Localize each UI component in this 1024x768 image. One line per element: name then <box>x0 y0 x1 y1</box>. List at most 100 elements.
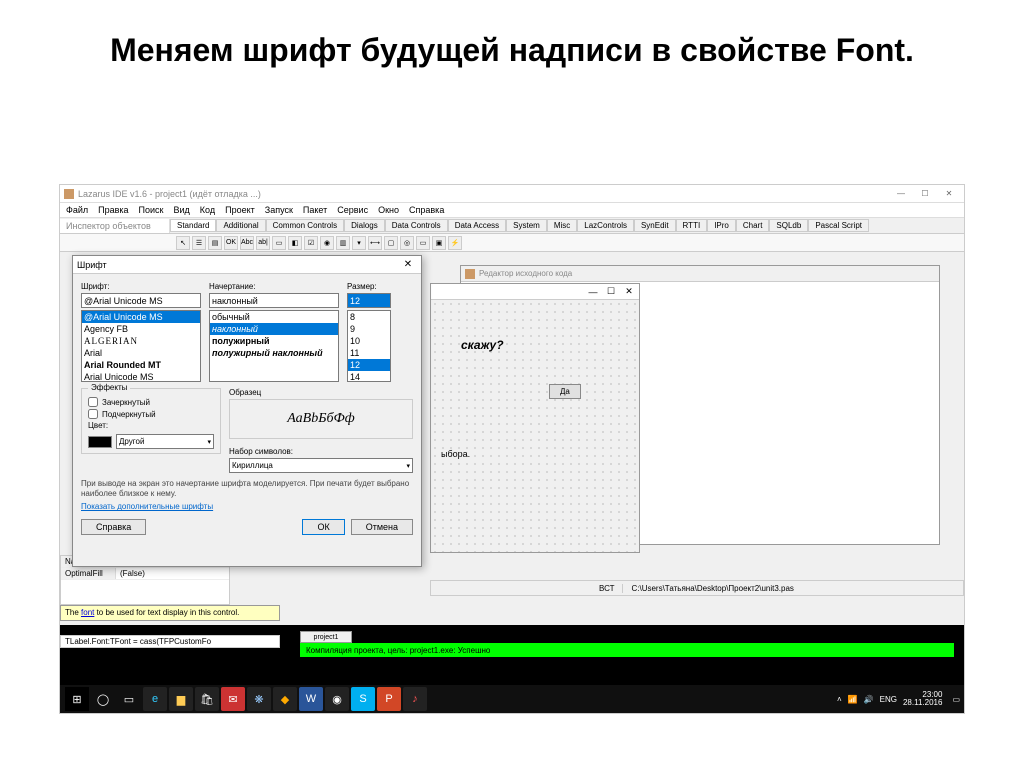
tray-volume-icon[interactable]: 🔊 <box>864 695 874 704</box>
menu-file[interactable]: Файл <box>66 205 88 215</box>
charset-select[interactable]: Кириллица▾ <box>229 458 413 473</box>
toggle-component-icon[interactable]: ◧ <box>288 236 302 250</box>
form-close[interactable]: ✕ <box>621 286 637 297</box>
menu-view[interactable]: Вид <box>174 205 190 215</box>
tab-pascalscript[interactable]: Pascal Script <box>808 219 869 232</box>
tab-data-controls[interactable]: Data Controls <box>385 219 448 232</box>
form-minimize[interactable]: — <box>585 287 601 297</box>
tab-system[interactable]: System <box>506 219 547 232</box>
font-list-item[interactable]: Arial Unicode MS <box>82 371 200 382</box>
app2-icon[interactable]: ♪ <box>403 687 427 711</box>
app-icon[interactable]: ❋ <box>247 687 271 711</box>
group-component-icon[interactable]: ▢ <box>384 236 398 250</box>
radiogroup-component-icon[interactable]: ◎ <box>400 236 414 250</box>
powerpoint-icon[interactable]: P <box>377 687 401 711</box>
size-list-item[interactable]: 8 <box>348 311 390 323</box>
memo-component-icon[interactable]: ▭ <box>272 236 286 250</box>
edit-component-icon[interactable]: ab| <box>256 236 270 250</box>
size-list-item[interactable]: 11 <box>348 347 390 359</box>
tab-standard[interactable]: Standard <box>170 219 216 232</box>
tab-chart[interactable]: Chart <box>736 219 770 232</box>
panel-component-icon[interactable]: ▭ <box>416 236 430 250</box>
style-list-item[interactable]: наклонный <box>210 323 338 335</box>
menu-window[interactable]: Окно <box>378 205 399 215</box>
tray-notifications-icon[interactable]: ▭ <box>952 695 960 704</box>
tab-common-controls[interactable]: Common Controls <box>266 219 344 232</box>
form-da-button[interactable]: Да <box>549 384 581 399</box>
menu-project[interactable]: Проект <box>225 205 255 215</box>
popup-component-icon[interactable]: ▤ <box>208 236 222 250</box>
color-select[interactable]: Другой▾ <box>116 434 214 449</box>
lazarus-taskbar-icon[interactable]: ◆ <box>273 687 297 711</box>
arrow-icon[interactable]: ↖ <box>176 236 190 250</box>
form-question-label[interactable]: скажу? <box>461 338 504 352</box>
tab-sqldb[interactable]: SQLdb <box>769 219 808 232</box>
cancel-button[interactable]: Отмена <box>351 519 413 535</box>
store-icon[interactable]: 🛍 <box>195 687 219 711</box>
menu-component-icon[interactable]: ☰ <box>192 236 206 250</box>
tab-additional[interactable]: Additional <box>216 219 265 232</box>
form-maximize[interactable]: ☐ <box>603 286 619 297</box>
prop-row[interactable]: OptimalFill (False) <box>61 568 229 580</box>
font-list[interactable]: @Arial Unicode MS Agency FB ALGERIAN Ari… <box>81 310 201 382</box>
font-dialog-titlebar[interactable]: Шрифт ✕ <box>73 256 421 274</box>
menu-service[interactable]: Сервис <box>337 205 368 215</box>
code-editor-titlebar[interactable]: Редактор исходного кода <box>461 266 939 282</box>
style-list[interactable]: обычный наклонный полужирный полужирный … <box>209 310 339 382</box>
edge-icon[interactable]: e <box>143 687 167 711</box>
prop-value[interactable]: (False) <box>116 568 229 579</box>
strikeout-checkbox[interactable]: Зачеркнутый <box>88 397 214 407</box>
font-style-input[interactable] <box>209 293 339 308</box>
size-list[interactable]: 8 9 10 11 12 14 16 <box>347 310 391 382</box>
word-icon[interactable]: W <box>299 687 323 711</box>
tray-wifi-icon[interactable]: 📶 <box>848 695 858 704</box>
help-button[interactable]: Справка <box>81 519 146 535</box>
action-component-icon[interactable]: ⚡ <box>448 236 462 250</box>
size-list-item[interactable]: 9 <box>348 323 390 335</box>
hint-link[interactable]: font <box>81 608 94 617</box>
menu-run[interactable]: Запуск <box>265 205 293 215</box>
label-component-icon[interactable]: Abc <box>240 236 254 250</box>
radio-component-icon[interactable]: ◉ <box>320 236 334 250</box>
taskbar-clock[interactable]: 23:00 28.11.2016 <box>903 691 946 707</box>
font-size-input[interactable] <box>347 293 391 308</box>
tab-data-access[interactable]: Data Access <box>448 219 506 232</box>
font-dialog-close[interactable]: ✕ <box>399 259 417 270</box>
font-list-item[interactable]: Arial Rounded MT <box>82 359 200 371</box>
scrollbar-component-icon[interactable]: ⟷ <box>368 236 382 250</box>
size-list-item[interactable]: 12 <box>348 359 390 371</box>
ok-button[interactable]: ОК <box>302 519 344 535</box>
start-button[interactable]: ⊞ <box>65 687 89 711</box>
menu-edit[interactable]: Правка <box>98 205 128 215</box>
search-icon[interactable]: ◯ <box>91 687 115 711</box>
outlook-icon[interactable]: ✉ <box>221 687 245 711</box>
font-list-item[interactable]: Agency FB <box>82 323 200 335</box>
tab-ipro[interactable]: IPro <box>707 219 736 232</box>
tray-up-icon[interactable]: ˄ <box>837 695 842 704</box>
compile-tab[interactable]: project1 <box>300 631 352 643</box>
font-list-item[interactable]: Arial <box>82 347 200 359</box>
more-fonts-link[interactable]: Показать дополнительные шрифты <box>81 502 413 511</box>
size-list-item[interactable]: 14 <box>348 371 390 382</box>
tab-rtti[interactable]: RTTI <box>676 219 708 232</box>
tray-lang[interactable]: ENG <box>880 695 897 704</box>
menu-search[interactable]: Поиск <box>139 205 164 215</box>
maximize-button[interactable]: ☐ <box>914 187 936 201</box>
form-choice-label[interactable]: ыбора. <box>441 449 470 459</box>
font-name-input[interactable] <box>81 293 201 308</box>
frame-component-icon[interactable]: ▣ <box>432 236 446 250</box>
style-list-item[interactable]: обычный <box>210 311 338 323</box>
form-titlebar[interactable]: — ☐ ✕ <box>431 284 639 300</box>
tab-misc[interactable]: Misc <box>547 219 577 232</box>
style-list-item[interactable]: полужирный <box>210 335 338 347</box>
menu-code[interactable]: Код <box>200 205 215 215</box>
close-button[interactable]: ✕ <box>938 187 960 201</box>
tab-synedit[interactable]: SynEdit <box>634 219 676 232</box>
style-list-item[interactable]: полужирный наклонный <box>210 347 338 359</box>
menu-package[interactable]: Пакет <box>303 205 327 215</box>
underline-checkbox[interactable]: Подчеркнутый <box>88 409 214 419</box>
font-list-item[interactable]: @Arial Unicode MS <box>82 311 200 323</box>
size-list-item[interactable]: 10 <box>348 335 390 347</box>
chrome-icon[interactable]: ◉ <box>325 687 349 711</box>
taskview-icon[interactable]: ▭ <box>117 687 141 711</box>
